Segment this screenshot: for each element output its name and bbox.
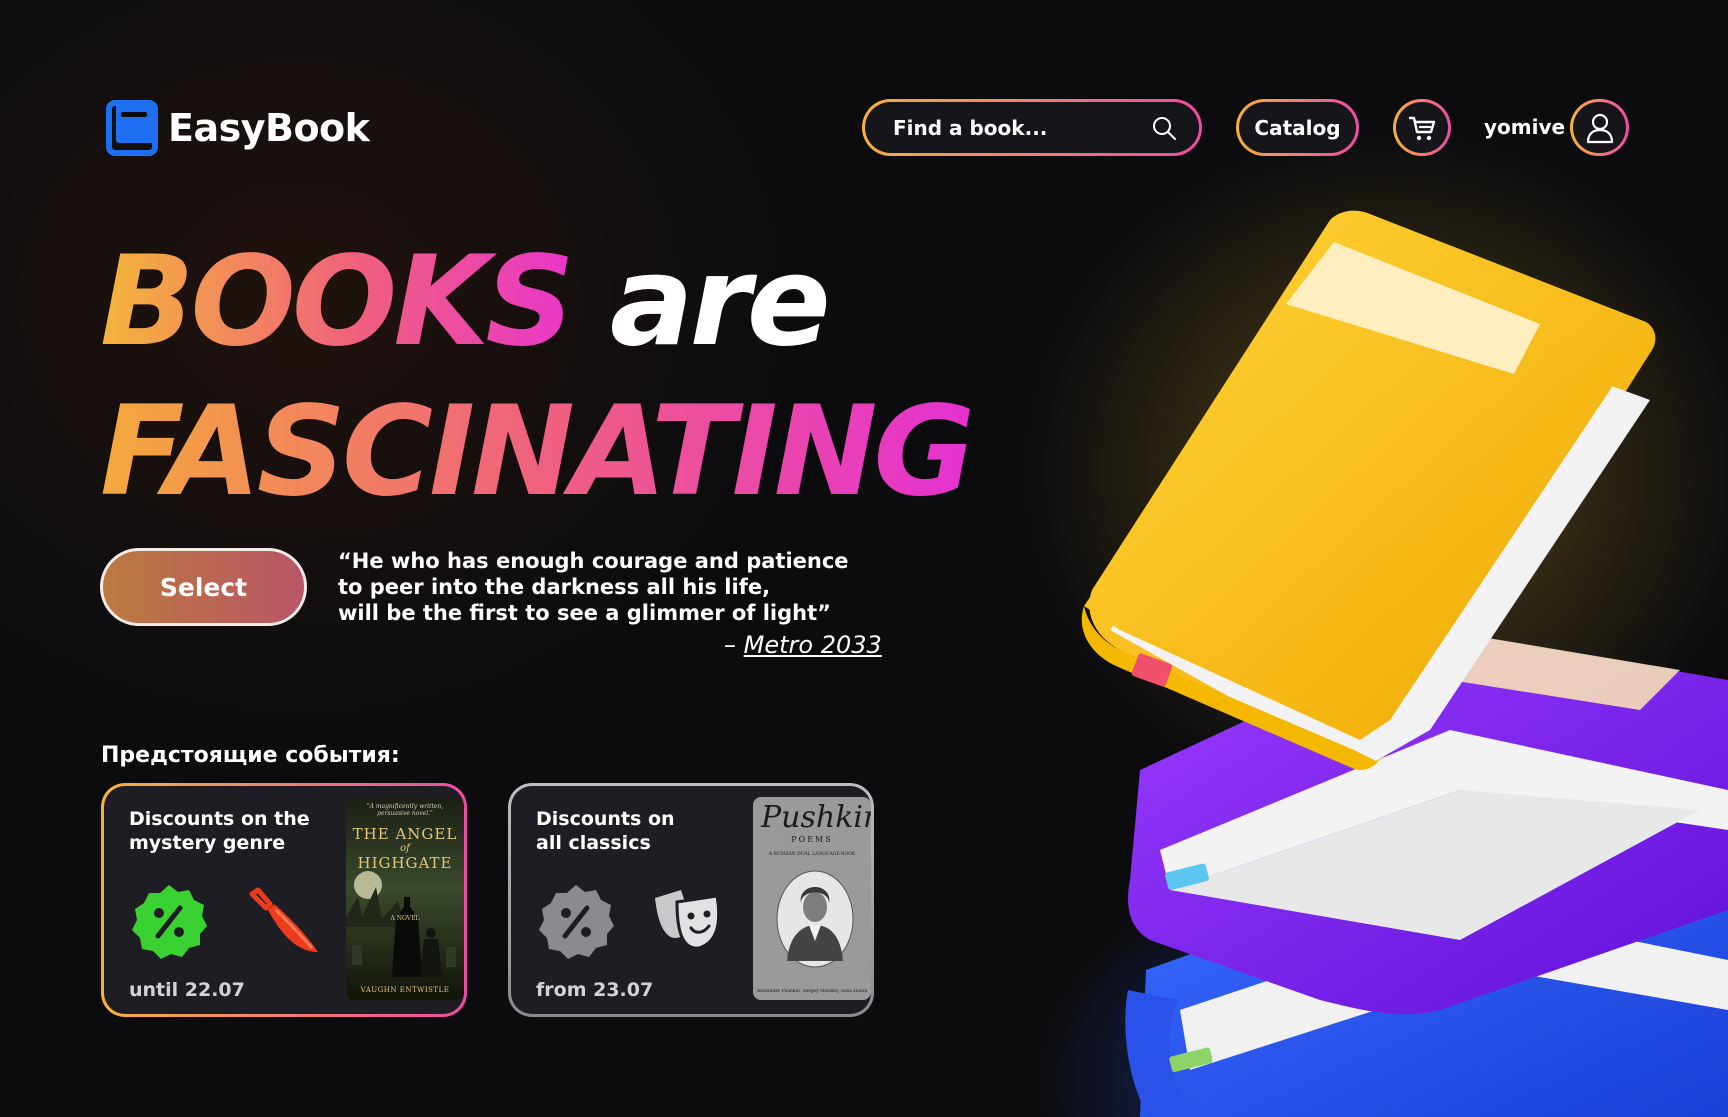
cover-blurb: "A magnificently written, persuasive nov… xyxy=(366,803,444,817)
book-cover-angel-of-highgate[interactable]: "A magnificently written, persuasive nov… xyxy=(346,797,464,1000)
search-bar[interactable] xyxy=(862,99,1202,156)
cover-author: VAUGHN ENTWISTLE xyxy=(360,986,450,994)
cover-title-line: THE ANGEL xyxy=(352,825,458,843)
quote-dash: – xyxy=(724,631,744,659)
event-card-date: from 23.07 xyxy=(536,979,654,1001)
knife-icon xyxy=(249,887,318,952)
catalog-label: Catalog xyxy=(1239,102,1356,153)
search-icon[interactable] xyxy=(1151,115,1177,141)
cover-subtitle: A NOVEL xyxy=(390,915,420,922)
hero-word-books: BOOKS xyxy=(100,230,575,374)
event-card-title-line: Discounts on the xyxy=(129,808,310,830)
select-button[interactable]: Select xyxy=(100,548,307,626)
event-card-title-line: all classics xyxy=(536,832,651,854)
hero-word-are: are xyxy=(609,230,831,374)
cover-authors: Alexander Pushkin, Sergey Moszkiy, Sasa … xyxy=(757,989,867,994)
cover-title: Pushkin xyxy=(761,800,871,835)
profile-button[interactable] xyxy=(1570,99,1629,156)
books-stack-illustration xyxy=(1081,210,1728,1117)
book-cover-pushkin[interactable]: Pushkin POEMS A RUSSIAN DUAL LANGUAGE BO… xyxy=(753,797,871,1000)
quote-source-link[interactable]: Metro 2033 xyxy=(744,631,882,659)
event-card-title-line: Discounts on xyxy=(536,808,675,830)
event-card-mystery[interactable]: Discounts on the mystery genre until 22.… xyxy=(101,783,467,1017)
user-icon xyxy=(1586,113,1613,143)
quote-line: will be the first to see a glimmer of li… xyxy=(338,601,831,625)
theater-masks-icon xyxy=(655,890,721,950)
username[interactable]: yomive xyxy=(1484,115,1565,139)
event-card-title-line: mystery genre xyxy=(129,832,286,854)
cover-subtitle: POEMS xyxy=(791,835,833,844)
catalog-button[interactable]: Catalog xyxy=(1236,99,1359,156)
portrait-image xyxy=(776,870,854,968)
quote-line: to peer into the darkness all his life, xyxy=(338,575,771,599)
event-card-classics[interactable]: Discounts on all classics from 23.07 Pus… xyxy=(508,783,874,1017)
event-card-date: until 22.07 xyxy=(129,979,245,1001)
hero-title-line2: FASCINATING xyxy=(100,380,975,524)
search-input[interactable] xyxy=(893,115,1123,140)
cover-tagline: A RUSSIAN DUAL LANGUAGE BOOK xyxy=(768,852,856,857)
cover-title-line: of xyxy=(400,843,410,854)
percent-badge-icon xyxy=(132,885,207,959)
logo-text: EasyBook xyxy=(168,106,370,150)
quote-source: – Metro 2033 xyxy=(724,631,882,659)
cart-button[interactable] xyxy=(1393,99,1451,156)
quote: “He who has enough courage and patience … xyxy=(338,548,898,626)
book-logo-icon xyxy=(106,100,158,156)
logo[interactable]: EasyBook xyxy=(106,100,370,156)
events-title: Предстоящие события: xyxy=(101,743,400,768)
event-card-title: Discounts on the mystery genre xyxy=(129,807,329,855)
hero-title-line1: BOOKS are xyxy=(100,240,831,364)
percent-badge-icon xyxy=(539,885,614,959)
quote-line: “He who has enough courage and patience xyxy=(338,549,849,573)
cart-icon xyxy=(1408,116,1436,140)
event-card-title: Discounts on all classics xyxy=(536,807,736,855)
